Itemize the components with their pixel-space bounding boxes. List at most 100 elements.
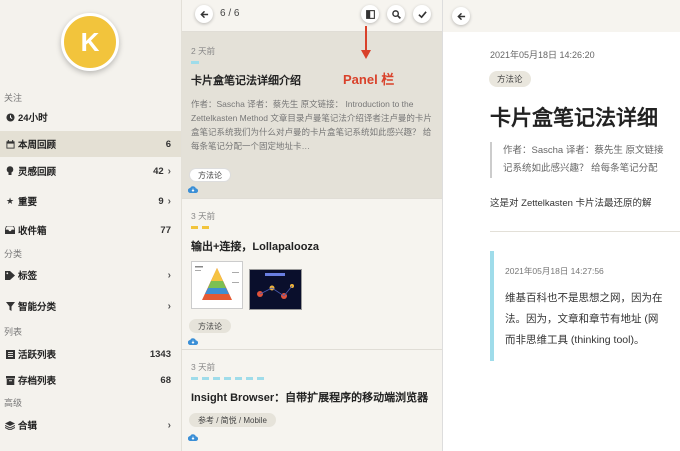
sidebar-item-important[interactable]: ★ 重要 9 › [0,188,181,214]
section-advanced: 高级 [4,398,23,408]
card-time: 3 天前 [191,362,216,372]
search-icon [391,9,401,19]
sidebar-item-label: 活跃列表 [18,350,57,361]
card-tag[interactable]: 方法论 [189,168,231,182]
item-count: 6 [165,138,171,150]
chevron-right-icon[interactable]: › [168,301,171,312]
annotation-label: Panel 栏 [343,72,395,87]
sub-note-line: 维基百科也不是思想之网，因为在 [505,292,663,304]
chevron-right-icon[interactable]: › [168,420,171,431]
card-title: 卡片盒笔记法详细介绍 [191,75,301,87]
card-divider [191,61,199,64]
back-button[interactable] [195,5,213,23]
inbox-icon [4,226,16,234]
sidebar-item-label: 标签 [18,271,38,282]
toggle-panel-button[interactable] [361,5,379,23]
list-item[interactable]: 3 天前 Insight Browser：自带扩展程序的移动端浏览器 参考 / … [182,349,442,451]
search-button[interactable] [387,5,405,23]
sidebar-item-tags[interactable]: 标签 › [0,262,181,288]
funnel-icon [4,301,16,311]
archive-icon [4,375,16,385]
sidebar-item-smart-category[interactable]: 智能分类 › [0,293,181,319]
annotation-arrow-icon [361,26,371,59]
sidebar-item-label: 收件箱 [18,226,47,237]
sub-note-line: 法。因为，文章和章节有地址 (网 [505,313,659,325]
check-icon [417,10,427,18]
section-lists: 列表 [4,327,23,337]
sidebar-item-active-list[interactable]: 活跃列表 1343 [0,341,181,367]
panel-toolbar: 6 / 6 [182,0,442,30]
select-button[interactable] [413,5,431,23]
avatar[interactable]: K [61,13,119,71]
panel-icon [365,9,375,19]
sub-note-date: 2021年05月18日 14:27:56 [505,266,604,276]
cloud-icon [188,186,198,193]
item-count: 77 [160,224,171,236]
sidebar-item-archive-list[interactable]: 存档列表 68 [0,367,181,393]
card-time: 3 天前 [191,211,216,221]
card-title: Insight Browser：自带扩展程序的移动端浏览器 [191,392,429,404]
card-tag[interactable]: 参考 / 简悦 / Mobile [189,413,276,427]
detail-quote: 作者：Sascha 译者：蔡先生 原文链接 记系统如此感兴趣？ 给每条笔记分配 [490,142,680,178]
sidebar-item-inspiration[interactable]: 灵感回顾 42 › [0,158,181,184]
sidebar: K 关注 24小时 本周回顾 6 灵感回顾 42 › ★ 重要 9 › 收件箱 … [0,0,182,451]
card-title: 输出+连接，Lollapalooza [191,241,320,253]
chevron-right-icon[interactable]: › [168,196,171,207]
quote-line: 记系统如此感兴趣？ 给每条笔记分配 [503,163,658,174]
list-item[interactable]: 3 天前 输出+连接，Lollapalooza 方法论 [182,198,442,349]
bulb-icon [4,166,16,176]
sidebar-item-label: 灵感回顾 [18,167,57,178]
cloud-icon [188,338,198,345]
sidebar-item-24h[interactable]: 24小时 [0,104,181,130]
clock-icon [4,112,16,122]
list-item[interactable]: 2 天前 卡片盒笔记法详细介绍 作者：Sascha 译者：蔡先生 原文链接： I… [182,31,442,198]
pyramid-image [195,266,239,300]
list-icon [4,349,16,359]
network-image [250,270,301,309]
detail-back-button[interactable] [452,7,470,25]
detail-date: 2021年05月18日 14:26:20 [490,50,595,60]
calendar-icon [4,139,16,149]
item-count: 42 [153,165,164,177]
card-divider [191,226,211,229]
arrow-left-icon [456,12,465,20]
sub-note-line: 而非思维工具 (thinking tool)。 [505,334,645,346]
pyramid-thumbnail[interactable] [191,261,243,309]
chevron-right-icon[interactable]: › [168,166,171,177]
quote-line: 作者：Sascha 译者：蔡先生 原文链接 [503,145,664,156]
card-divider [191,377,267,380]
divider [490,231,680,232]
detail-toolbar [443,0,680,32]
item-count: 1343 [149,348,171,360]
sidebar-item-label: 本周回顾 [18,140,57,151]
sidebar-item-label: 存档列表 [18,376,57,387]
detail-title: 卡片盒笔记法详细 [490,107,658,130]
item-count: 9 [158,195,164,207]
sidebar-item-week-review[interactable]: 本周回顾 6 [0,131,181,157]
sidebar-item-label: 智能分类 [18,302,57,313]
chevron-right-icon[interactable]: › [168,270,171,281]
card-time: 2 天前 [191,46,216,56]
network-thumbnail[interactable] [249,269,302,310]
layers-icon [4,420,16,430]
tag-icon [4,270,16,280]
sub-note-text: 维基百科也不是思想之网，因为在 法。因为，文章和章节有地址 (网 而非思维工具 … [505,288,663,351]
sidebar-item-label: 24小时 [18,113,48,124]
sidebar-item-inbox[interactable]: 收件箱 77 [0,217,181,243]
detail-view: 2021年05月18日 14:26:20 方法论 卡片盒笔记法详细 作者：Sas… [443,0,680,451]
pager-count: 6 / 6 [220,8,240,19]
section-category: 分类 [4,249,23,259]
detail-tag[interactable]: 方法论 [489,71,531,87]
card-tag[interactable]: 方法论 [189,319,231,333]
sidebar-item-label: 合辑 [18,421,38,432]
sidebar-item-collection[interactable]: 合辑 › [0,412,181,438]
section-focus: 关注 [4,93,23,103]
star-icon: ★ [5,195,15,206]
panel: 6 / 6 2 天前 卡片盒笔记法详细介绍 作者：Sascha 译者：蔡先生 原… [182,0,443,451]
arrow-left-icon [199,10,208,18]
item-count: 68 [160,374,171,386]
cloud-icon [188,434,198,441]
card-excerpt: 作者：Sascha 译者：蔡先生 原文链接： Introduction to t… [191,99,432,151]
sidebar-item-label: 重要 [18,197,38,208]
detail-paragraph: 这是对 Zettelkasten 卡片法最还原的解 [490,198,652,209]
